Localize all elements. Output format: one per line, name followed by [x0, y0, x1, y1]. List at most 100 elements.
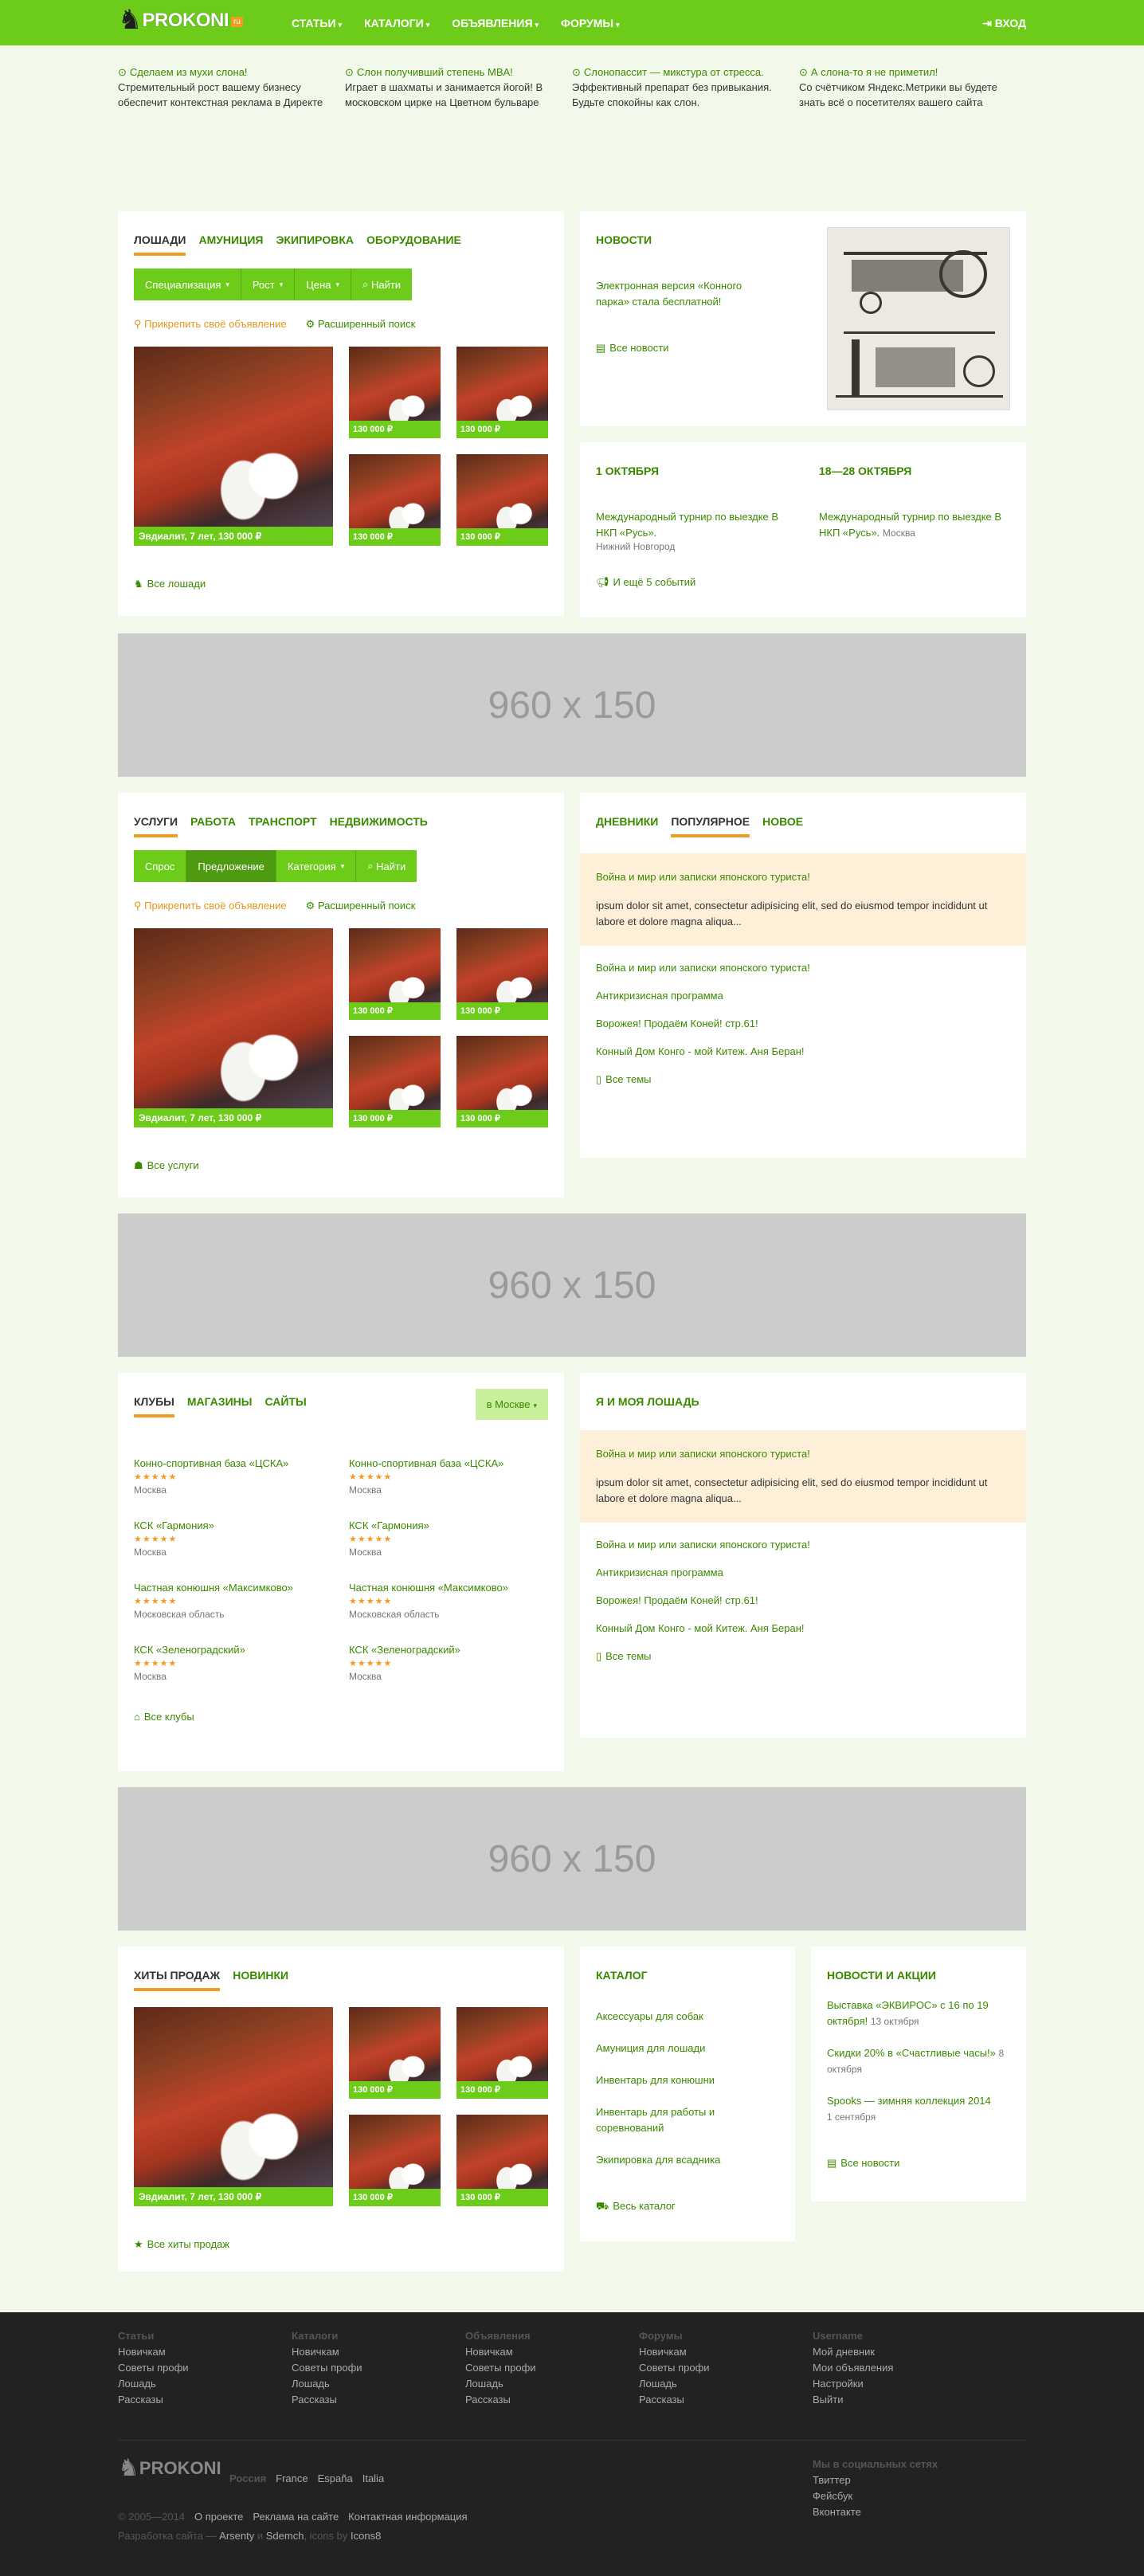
lang-link[interactable]: France: [276, 2472, 308, 2484]
all-horses-link[interactable]: ♞ Все лошади: [134, 578, 548, 590]
teaser-link[interactable]: Сделаем из мухи слона!: [130, 66, 248, 78]
footer-col-title[interactable]: Каталоги: [292, 2328, 465, 2344]
icons8-link[interactable]: Icons8: [351, 2530, 381, 2542]
about-link[interactable]: О проекте: [194, 2511, 243, 2523]
lang-link[interactable]: Italia: [362, 2472, 384, 2484]
developer-link[interactable]: Sdemch: [266, 2530, 304, 2542]
tab-gear[interactable]: ОБОРУДОВАНИЕ: [366, 233, 461, 256]
product-photo[interactable]: 130 000 ₽: [349, 2115, 441, 2206]
tab-new-items[interactable]: НОВИНКИ: [233, 1969, 288, 1991]
club-link[interactable]: КСК «Зеленоградский»: [134, 1644, 245, 1656]
catalog-link[interactable]: Инвентарь для конюшни: [596, 2072, 779, 2088]
footer-username[interactable]: Username: [813, 2328, 986, 2344]
advanced-search-link[interactable]: ⚙ Расширенный поиск: [306, 318, 416, 331]
catalog-link[interactable]: Экипировка для всадника: [596, 2152, 779, 2168]
catalog-link[interactable]: Инвентарь для работы и соревнований: [596, 2104, 731, 2136]
tab-jobs[interactable]: РАБОТА: [190, 815, 236, 837]
all-services-link[interactable]: ☗ Все услуги: [134, 1159, 548, 1172]
topic-link[interactable]: Война и мир или записки японского турист…: [596, 1539, 1010, 1551]
topic-link[interactable]: Антикризисная программа: [596, 1566, 1010, 1578]
filter-price[interactable]: Цена ▾: [295, 269, 352, 300]
all-clubs-link[interactable]: ⌂ Все клубы: [134, 1711, 548, 1723]
tab-diaries[interactable]: ДНЕВНИКИ: [596, 815, 658, 837]
product-photo[interactable]: 130 000 ₽: [349, 2007, 441, 2099]
advanced-search-link[interactable]: ⚙ Расширенный поиск: [306, 900, 416, 912]
event-link[interactable]: Международный турнир по выездке В НКП «Р…: [596, 509, 787, 541]
product-photo[interactable]: 130 000 ₽: [456, 2007, 548, 2099]
pin-ad-link[interactable]: ⚲ Прикрепить своё объявление: [134, 318, 287, 331]
tab-popular[interactable]: ПОПУЛЯРНОЕ: [671, 815, 750, 837]
footer-link[interactable]: Новичкам: [465, 2344, 639, 2360]
club-link[interactable]: КСК «Гармония»: [349, 1519, 429, 1531]
nav-ads[interactable]: ОБЪЯВЛЕНИЯ ▾: [452, 17, 539, 29]
ad-banner[interactable]: 960 x 150: [118, 633, 1026, 777]
tab-realty[interactable]: НЕДВИЖИМОСТЬ: [330, 815, 428, 837]
footer-link[interactable]: Советы профи: [465, 2360, 639, 2376]
teaser-link[interactable]: Слон получивший степень MBA!: [357, 66, 513, 78]
developer-link[interactable]: Arsenty: [219, 2530, 254, 2542]
listing-photo[interactable]: 130 000 ₽: [349, 1036, 441, 1127]
ad-banner[interactable]: 960 x 150: [118, 1787, 1026, 1931]
filter-height[interactable]: Рост ▾: [241, 269, 296, 300]
advertising-link[interactable]: Реклама на сайте: [253, 2511, 339, 2523]
club-link[interactable]: Конно-спортивная база «ЦСКА»: [349, 1457, 503, 1469]
tab-ammunition[interactable]: АМУНИЦИЯ: [198, 233, 263, 256]
topic-link[interactable]: Ворожея! Продаём Коней! стр.61!: [596, 1594, 1010, 1606]
twitter-link[interactable]: Твиттер: [813, 2472, 938, 2488]
footer-link[interactable]: Новичкам: [639, 2344, 813, 2360]
tab-new[interactable]: НОВОЕ: [762, 815, 803, 837]
footer-link[interactable]: Мои объявления: [813, 2360, 986, 2376]
filter-demand[interactable]: Спрос: [134, 850, 187, 882]
topic-link[interactable]: Война и мир или записки японского турист…: [596, 962, 1010, 974]
footer-logo[interactable]: ♞ PROKONI: [118, 2456, 221, 2480]
promo-link[interactable]: Spooks — зимняя коллекция 2014: [827, 2095, 991, 2107]
catalog-link[interactable]: Амуниция для лошади: [596, 2041, 779, 2056]
footer-link[interactable]: Настройки: [813, 2376, 986, 2392]
location-select[interactable]: в Москве ▾: [475, 1389, 548, 1420]
listing-photo[interactable]: 130 000 ₽: [349, 928, 441, 1020]
footer-col-title[interactable]: Объявления: [465, 2328, 639, 2344]
club-link[interactable]: Конно-спортивная база «ЦСКА»: [134, 1457, 288, 1469]
more-events-link[interactable]: 📢︎ И ещё 5 событий: [596, 576, 1010, 589]
tab-transport[interactable]: ТРАНСПОРТ: [249, 815, 317, 837]
listing-photo[interactable]: Эвдиалит, 7 лет, 130 000 ₽: [134, 347, 333, 546]
full-catalog-link[interactable]: ⛟ Весь каталог: [596, 2200, 779, 2214]
product-photo[interactable]: 130 000 ₽: [456, 2115, 548, 2206]
footer-link[interactable]: Советы профи: [292, 2360, 465, 2376]
footer-link[interactable]: Лошадь: [639, 2376, 813, 2392]
logout-link[interactable]: Выйти: [813, 2392, 986, 2408]
tab-shops[interactable]: МАГАЗИНЫ: [187, 1395, 253, 1417]
footer-link[interactable]: Советы профи: [118, 2360, 292, 2376]
nav-forums[interactable]: ФОРУМЫ ▾: [561, 17, 620, 29]
filter-specialization[interactable]: Специализация ▾: [134, 269, 241, 300]
footer-link[interactable]: Рассказы: [118, 2392, 292, 2408]
teaser-link[interactable]: А слона-то я не приметил!: [811, 66, 938, 78]
listing-photo[interactable]: 130 000 ₽: [456, 1036, 548, 1127]
tab-sites[interactable]: САЙТЫ: [264, 1395, 306, 1417]
tab-services[interactable]: УСЛУГИ: [134, 815, 178, 837]
footer-link[interactable]: Новичкам: [118, 2344, 292, 2360]
tab-clubs[interactable]: КЛУБЫ: [134, 1395, 174, 1417]
tab-horses[interactable]: ЛОШАДИ: [134, 233, 186, 256]
filter-category[interactable]: Категория ▾: [276, 850, 357, 882]
all-topics-link[interactable]: ▯ Все темы: [580, 1650, 1026, 1663]
listing-photo[interactable]: 130 000 ₽: [349, 454, 441, 546]
topic-link[interactable]: Конный Дом Конго - мой Китеж. Аня Беран!: [596, 1622, 1010, 1634]
search-button[interactable]: ⌕ Найти: [356, 850, 417, 882]
all-promo-news-link[interactable]: ▤ Все новости: [827, 2157, 1010, 2170]
footer-col-title[interactable]: Статьи: [118, 2328, 292, 2344]
lang-link[interactable]: España: [318, 2472, 353, 2484]
footer-link[interactable]: Рассказы: [292, 2392, 465, 2408]
pin-ad-link[interactable]: ⚲ Прикрепить своё объявление: [134, 900, 287, 912]
listing-photo[interactable]: Эвдиалит, 7 лет, 130 000 ₽: [134, 928, 333, 1127]
product-photo[interactable]: Эвдиалит, 7 лет, 130 000 ₽: [134, 2007, 333, 2206]
footer-link[interactable]: Лошадь: [118, 2376, 292, 2392]
footer-col-title[interactable]: Форумы: [639, 2328, 813, 2344]
filter-offer[interactable]: Предложение: [186, 850, 276, 882]
club-link[interactable]: Частная конюшня «Максимково»: [134, 1582, 293, 1594]
nav-articles[interactable]: СТАТЬИ ▾: [292, 17, 342, 29]
event-link[interactable]: Международный турнир по выездке В НКП «Р…: [819, 509, 1010, 541]
news-link[interactable]: Электронная версия «Конного парка» стала…: [596, 278, 771, 310]
listing-photo[interactable]: 130 000 ₽: [456, 347, 548, 438]
tab-bestsellers[interactable]: ХИТЫ ПРОДАЖ: [134, 1969, 221, 1991]
